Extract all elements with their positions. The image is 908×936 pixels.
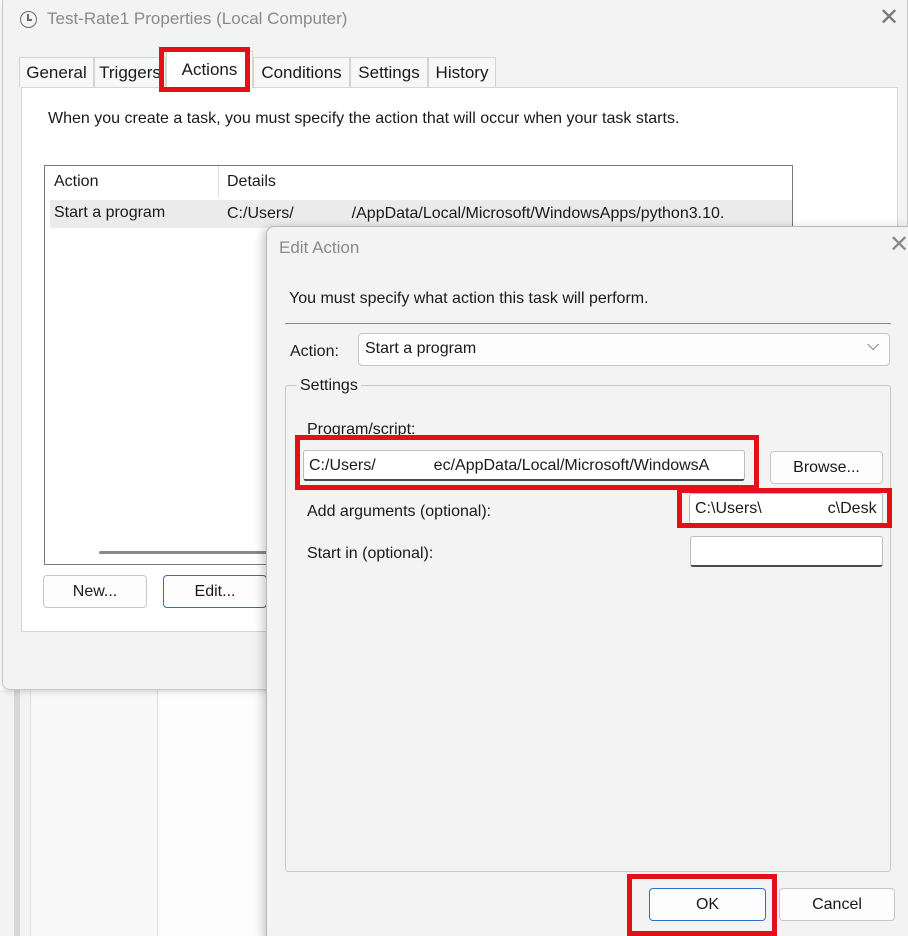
background-scrollbar xyxy=(14,690,20,936)
cancel-button[interactable]: Cancel xyxy=(779,888,895,921)
details-cell: C:/Users/ /AppData/Local/Microsoft/Window… xyxy=(227,204,724,223)
program-value-prefix: C:/Users/ xyxy=(309,457,376,474)
tab-conditions[interactable]: Conditions xyxy=(253,57,350,87)
action-select[interactable]: Start a program ⌵ xyxy=(358,333,890,366)
tab-general[interactable]: General xyxy=(19,57,94,87)
close-icon[interactable]: ✕ xyxy=(889,233,908,257)
start-in-label: Start in (optional): xyxy=(307,545,434,562)
dialog-body: You must specify what action this task w… xyxy=(267,267,908,936)
action-select-value: Start a program xyxy=(365,340,477,357)
details-prefix: C:/Users/ xyxy=(227,205,294,222)
window-title: Test-Rate1 Properties (Local Computer) xyxy=(47,9,348,28)
column-divider[interactable] xyxy=(218,166,219,198)
edit-button[interactable]: Edit... xyxy=(163,575,267,608)
program-value-suffix: ec/AppData/Local/Microsoft/WindowsA xyxy=(433,457,710,474)
dialog-intro-text: You must specify what action this task w… xyxy=(289,290,649,307)
tab-settings[interactable]: Settings xyxy=(350,57,428,87)
background-pane-content xyxy=(158,690,278,936)
actions-intro-text: When you create a task, you must specify… xyxy=(48,110,680,127)
arguments-value-prefix: C:\Users\ xyxy=(695,500,762,517)
tab-triggers[interactable]: Triggers xyxy=(94,57,166,87)
redacted-text xyxy=(762,499,828,513)
action-label: Action: xyxy=(290,343,339,360)
column-header-action[interactable]: Action xyxy=(54,173,98,191)
redacted-text xyxy=(376,456,434,470)
column-header-details[interactable]: Details xyxy=(227,173,276,191)
arguments-value-suffix: c\Desk xyxy=(827,500,877,517)
settings-legend: Settings xyxy=(297,377,361,395)
program-script-label: Program/script: xyxy=(307,421,416,438)
details-suffix: /AppData/Local/Microsoft/WindowsApps/pyt… xyxy=(351,205,725,222)
chevron-down-icon: ⌵ xyxy=(867,337,880,354)
start-in-input[interactable] xyxy=(690,536,883,567)
close-icon[interactable]: ✕ xyxy=(879,6,899,30)
action-cell: Start a program xyxy=(54,204,166,221)
ok-button[interactable]: OK xyxy=(649,888,766,921)
dialog-title: Edit Action xyxy=(279,238,360,257)
clock-icon xyxy=(20,11,37,28)
new-button[interactable]: New... xyxy=(43,575,147,608)
arguments-input[interactable]: C:\Users\ c\Desk xyxy=(689,493,883,524)
title-bar: Test-Rate1 Properties (Local Computer) ✕ xyxy=(3,0,908,40)
tab-actions[interactable]: Actions xyxy=(166,51,253,88)
tab-history[interactable]: History xyxy=(428,57,496,87)
list-header: Action Details xyxy=(45,166,792,198)
divider xyxy=(285,323,891,324)
list-item[interactable]: Start a program C:/Users/ /AppData/Local/… xyxy=(50,200,792,228)
browse-button[interactable]: Browse... xyxy=(770,451,883,484)
arguments-label: Add arguments (optional): xyxy=(307,503,492,520)
redacted-text xyxy=(294,204,352,218)
edit-action-dialog: Edit Action ✕ You must specify what acti… xyxy=(266,226,908,936)
program-script-input[interactable]: C:/Users/ec/AppData/Local/Microsoft/Wind… xyxy=(303,450,745,481)
background-pane xyxy=(30,690,158,936)
